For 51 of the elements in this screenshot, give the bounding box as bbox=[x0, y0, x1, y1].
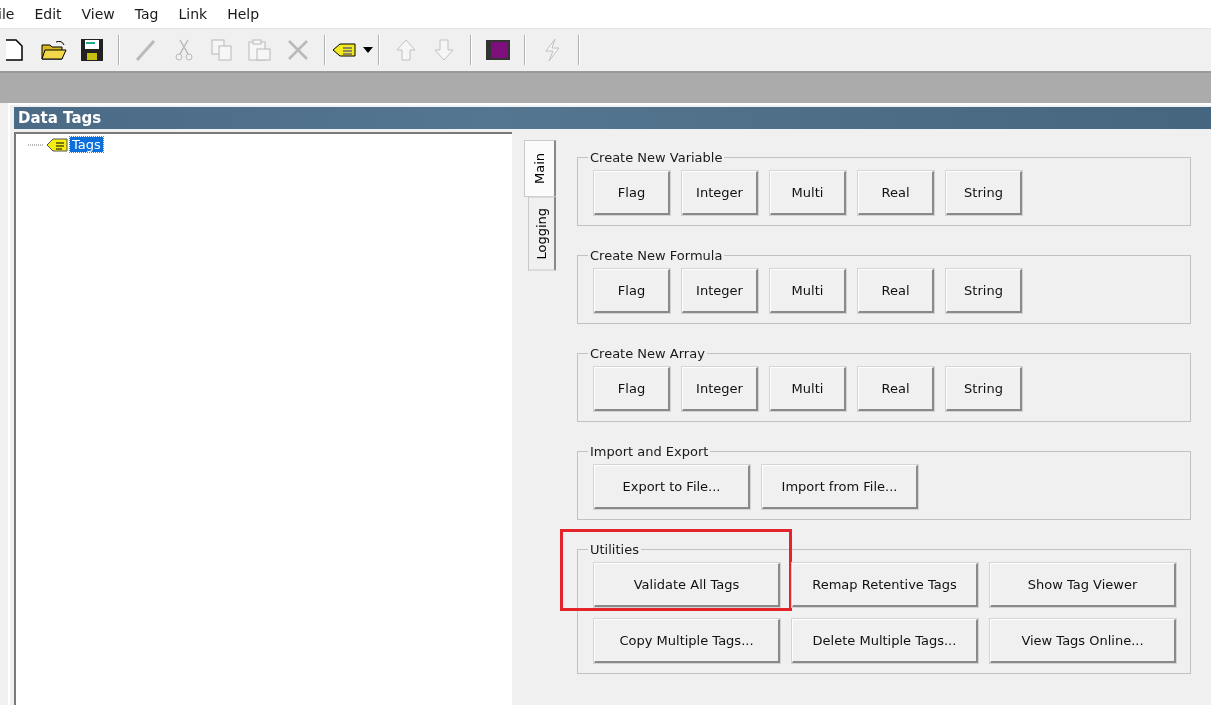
action-button[interactable]: Show Tag Viewer bbox=[990, 563, 1176, 607]
tab[interactable]: Main bbox=[523, 140, 556, 198]
action-button[interactable]: Real bbox=[858, 367, 934, 411]
action-button[interactable]: String bbox=[946, 269, 1022, 313]
down-arrow-icon bbox=[433, 38, 455, 62]
action-button[interactable]: String bbox=[946, 367, 1022, 411]
action-button[interactable]: Integer bbox=[682, 367, 758, 411]
folder-icon bbox=[41, 39, 67, 61]
color-box-icon bbox=[485, 39, 511, 61]
tree-connector-icon bbox=[28, 142, 44, 147]
group-title: Create New Formula bbox=[589, 248, 724, 263]
up-arrow-icon bbox=[395, 38, 417, 62]
action-button[interactable]: Flag bbox=[594, 367, 670, 411]
group-title: Create New Variable bbox=[589, 150, 724, 165]
action-button[interactable]: Real bbox=[858, 269, 934, 313]
action-button[interactable]: Remap Retentive Tags bbox=[792, 563, 978, 607]
action-button[interactable]: String bbox=[946, 171, 1022, 215]
group-title: Create New Array bbox=[589, 346, 706, 361]
action-button[interactable]: Copy Multiple Tags... bbox=[594, 619, 780, 663]
action-button[interactable]: Multi bbox=[770, 171, 846, 215]
window-title: Data Tags bbox=[14, 107, 1211, 129]
group-title: Utilities bbox=[589, 542, 640, 557]
menu-item[interactable]: Tag bbox=[124, 6, 169, 22]
group-title: Import and Export bbox=[589, 444, 710, 459]
tree-item[interactable]: Tags bbox=[70, 137, 103, 152]
copy-icon bbox=[210, 38, 234, 62]
action-button[interactable]: Flag bbox=[594, 171, 670, 215]
menu-item[interactable]: Link bbox=[168, 6, 218, 22]
tag-icon bbox=[46, 137, 68, 152]
tag-dropdown-icon bbox=[331, 40, 373, 60]
action-button[interactable]: View Tags Online... bbox=[990, 619, 1176, 663]
menu-item[interactable]: Edit bbox=[24, 6, 72, 22]
scissors-icon bbox=[174, 38, 194, 62]
menu-item[interactable]: Help bbox=[217, 6, 270, 22]
action-button[interactable]: Integer bbox=[682, 269, 758, 313]
action-button[interactable]: Multi bbox=[770, 269, 846, 313]
pencil-icon bbox=[134, 38, 158, 62]
new-document-icon bbox=[6, 38, 26, 62]
action-button[interactable]: Delete Multiple Tags... bbox=[792, 619, 978, 663]
action-button[interactable]: Import from File... bbox=[762, 465, 918, 509]
action-button[interactable]: Multi bbox=[770, 367, 846, 411]
tab[interactable]: Logging bbox=[527, 197, 556, 271]
menu-item[interactable]: ile bbox=[0, 6, 25, 22]
delete-x-icon bbox=[286, 38, 310, 62]
action-button[interactable]: Export to File... bbox=[594, 465, 750, 509]
action-button[interactable]: Flag bbox=[594, 269, 670, 313]
action-button[interactable]: Validate All Tags bbox=[594, 563, 780, 607]
action-button[interactable]: Real bbox=[858, 171, 934, 215]
clipboard-icon bbox=[247, 38, 273, 62]
menu-item[interactable]: View bbox=[71, 6, 125, 22]
action-button[interactable]: Integer bbox=[682, 171, 758, 215]
